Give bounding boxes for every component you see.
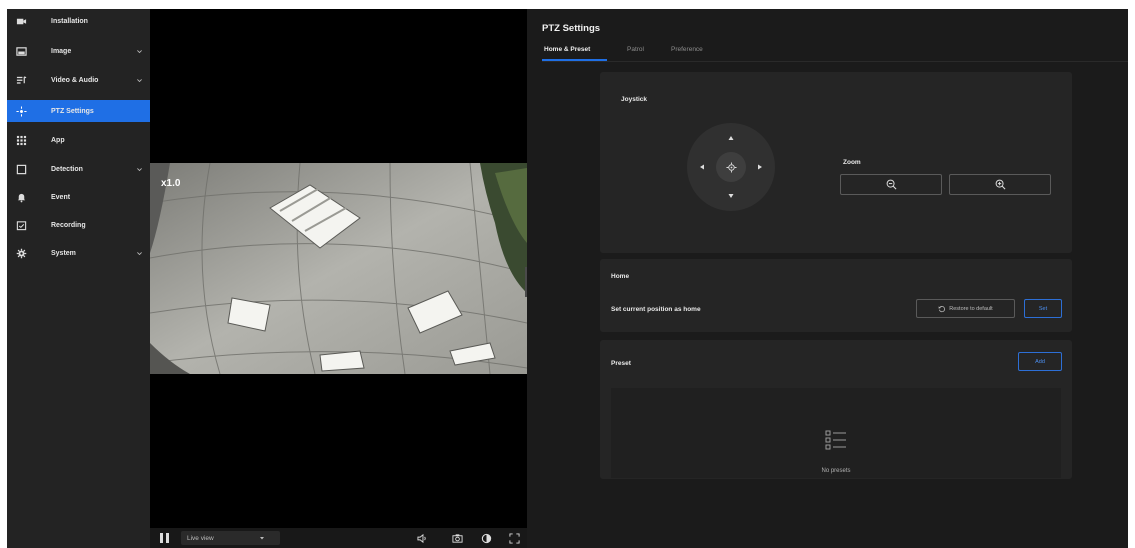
pan-up-arrow[interactable] [726, 133, 736, 143]
speaker-icon[interactable] [416, 532, 428, 544]
fullscreen-icon[interactable] [508, 532, 520, 544]
preset-card: Preset Add No presets [600, 340, 1072, 479]
app-window: Installation Image Video & Audio PTZ Set… [7, 9, 1128, 548]
zoom-in-button[interactable] [949, 174, 1051, 195]
ptz-settings-panel: PTZ Settings Home & Preset Patrol Prefer… [527, 9, 1128, 548]
sidebar-item-label: System [51, 250, 76, 257]
restore-default-button[interactable]: Restore to default [916, 299, 1015, 318]
live-video-feed[interactable] [150, 163, 527, 374]
calendar-icon [14, 219, 28, 233]
chevron-down-icon [134, 165, 144, 175]
sidebar-item-app[interactable]: App [7, 130, 150, 151]
video-camera-icon [14, 15, 28, 29]
sidebar-item-video-audio[interactable]: Video & Audio [7, 70, 150, 91]
sidebar-item-label: Video & Audio [51, 77, 99, 84]
pan-left-arrow[interactable] [697, 162, 707, 172]
preset-title: Preset [611, 360, 631, 367]
joystick-card: Joystick Zoom [600, 72, 1072, 253]
pan-down-arrow[interactable] [726, 191, 736, 201]
image-icon [14, 45, 28, 59]
empty-list-icon [825, 430, 846, 450]
sidebar-item-label: App [51, 137, 65, 144]
sidebar-item-image[interactable]: Image [7, 41, 150, 62]
page-title: PTZ Settings [542, 23, 601, 34]
sidebar: Installation Image Video & Audio PTZ Set… [7, 9, 150, 548]
sidebar-item-label: Recording [51, 222, 86, 229]
tab-patrol[interactable]: Patrol [627, 46, 644, 53]
zoom-out-button[interactable] [840, 174, 942, 195]
gear-icon [14, 247, 28, 261]
chevron-down-icon [134, 249, 144, 259]
add-preset-label: Add [1035, 358, 1045, 365]
restore-default-label: Restore to default [949, 305, 993, 312]
zoom-out-icon [886, 179, 896, 190]
sidebar-item-label: Detection [51, 166, 83, 173]
joystick-center[interactable] [716, 152, 746, 182]
video-audio-icon [14, 74, 28, 88]
app-grid-icon [14, 134, 28, 148]
caret-down-icon [260, 537, 264, 540]
preset-list-empty: No presets [611, 388, 1061, 478]
crosshair-icon [725, 161, 737, 173]
tab-preference[interactable]: Preference [671, 46, 703, 53]
sidebar-item-recording[interactable]: Recording [7, 215, 150, 236]
set-home-button[interactable]: Set [1024, 299, 1062, 318]
video-panel: x1.0 [150, 9, 527, 548]
home-description: Set current position as home [611, 306, 701, 313]
detection-icon [14, 163, 28, 177]
set-home-label: Set [1038, 305, 1048, 312]
sidebar-item-ptz-settings[interactable]: PTZ Settings [7, 100, 150, 122]
home-title: Home [611, 273, 630, 280]
camera-snapshot-icon[interactable] [451, 532, 463, 544]
active-tab-indicator [542, 59, 607, 61]
sidebar-item-label: Image [51, 48, 72, 55]
pan-right-arrow[interactable] [755, 162, 765, 172]
tab-divider [542, 61, 1128, 62]
chevron-down-icon [134, 47, 144, 57]
view-mode-select[interactable]: Live view [181, 531, 280, 545]
pause-icon[interactable] [160, 533, 169, 543]
contrast-icon[interactable] [480, 532, 492, 544]
zoom-in-icon [995, 179, 1005, 190]
add-preset-button[interactable]: Add [1018, 352, 1062, 371]
sidebar-item-label: Event [51, 194, 71, 201]
restore-icon [938, 305, 946, 312]
empty-state-text: No presets [821, 468, 851, 474]
ptz-joystick[interactable] [687, 123, 775, 211]
zoom-level-readout: x1.0 [161, 178, 181, 189]
sidebar-item-label: Installation [51, 18, 88, 25]
view-mode-value: Live view [187, 534, 214, 542]
sidebar-item-system[interactable]: System [7, 243, 150, 264]
sidebar-item-installation[interactable]: Installation [7, 11, 150, 32]
chevron-down-icon [134, 76, 144, 86]
sidebar-item-event[interactable]: Event [7, 187, 150, 208]
home-card: Home Set current position as home Restor… [600, 259, 1072, 332]
ptz-icon [14, 104, 28, 118]
zoom-label: Zoom [843, 159, 861, 166]
bell-icon [14, 191, 28, 205]
sidebar-item-detection[interactable]: Detection [7, 159, 150, 180]
video-toolbar: Live view [150, 528, 527, 548]
joystick-label: Joystick [621, 96, 648, 103]
sidebar-item-label: PTZ Settings [51, 107, 94, 115]
tab-home-preset[interactable]: Home & Preset [544, 46, 590, 53]
